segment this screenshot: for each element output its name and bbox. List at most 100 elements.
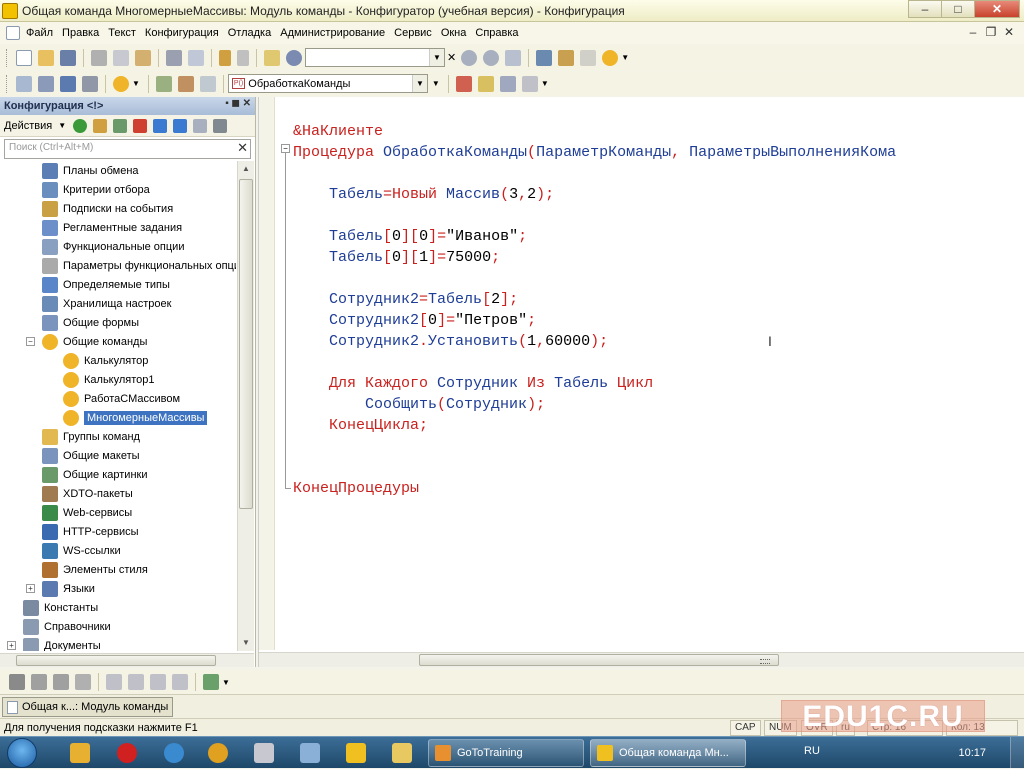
editor-horizontal-scrollbar[interactable] bbox=[259, 652, 1024, 667]
tree-item-0[interactable]: Планы обмена bbox=[42, 161, 139, 180]
menu-debug[interactable]: Отладка bbox=[228, 27, 271, 39]
tree-item-6[interactable]: Определяемые типы bbox=[42, 275, 170, 294]
tree-item-2[interactable]: Подписки на события bbox=[42, 199, 173, 218]
templates-icon[interactable] bbox=[521, 75, 538, 92]
start-button[interactable] bbox=[3, 737, 45, 769]
edit-icon[interactable] bbox=[93, 118, 108, 133]
find-next-icon[interactable] bbox=[461, 49, 478, 66]
scroll-down-icon[interactable]: ▼ bbox=[238, 635, 254, 651]
search-combo[interactable]: ▼ bbox=[305, 48, 445, 67]
code-line[interactable]: Сотрудник2[0]="Петров"; bbox=[293, 310, 896, 331]
explorer-icon[interactable] bbox=[392, 743, 412, 763]
code-line[interactable]: Сообщить(Сотрудник); bbox=[293, 394, 896, 415]
tree-item-1[interactable]: Критерии отбора bbox=[42, 180, 150, 199]
scroll-thumb[interactable] bbox=[239, 179, 253, 509]
tree-item-5[interactable]: Параметры функциональных опции bbox=[42, 256, 236, 275]
collapse-icon[interactable]: − bbox=[26, 337, 35, 346]
code-line[interactable]: КонецЦикла; bbox=[293, 415, 896, 436]
chevron-down-icon[interactable]: ▼ bbox=[411, 75, 427, 92]
editor-gutter[interactable] bbox=[259, 97, 275, 650]
tree-item-8[interactable]: Общие формы bbox=[42, 313, 139, 332]
tree-item-3[interactable]: Регламентные задания bbox=[42, 218, 182, 237]
scroll-thumb[interactable] bbox=[419, 654, 779, 666]
chevron-down-icon[interactable]: ▼ bbox=[541, 79, 549, 88]
chevron-down-icon[interactable]: ▼ bbox=[132, 79, 140, 88]
find-prev-icon[interactable] bbox=[483, 49, 500, 66]
code-editor[interactable]: − &НаКлиенте Процедура ОбработкаКоманды(П… bbox=[258, 97, 1024, 667]
tree-item-23[interactable]: Константы bbox=[23, 598, 98, 617]
tree-item-24[interactable]: Справочники bbox=[23, 617, 111, 636]
save-icon[interactable] bbox=[60, 49, 76, 66]
print-icon[interactable] bbox=[166, 49, 182, 66]
panel-controls[interactable]: ▪ ◼ ✕ bbox=[225, 98, 251, 109]
replace-icon[interactable] bbox=[505, 49, 522, 66]
menu-administration[interactable]: Администрирование bbox=[280, 27, 385, 39]
show-desktop-button[interactable] bbox=[1010, 737, 1024, 769]
menu-windows[interactable]: Окна bbox=[441, 27, 467, 39]
taskbar-gototraining[interactable]: GoToTraining bbox=[428, 739, 584, 767]
toolbar-grip[interactable] bbox=[6, 74, 9, 93]
tree-item-10[interactable]: Калькулятор bbox=[63, 351, 148, 370]
indent-icon[interactable] bbox=[199, 75, 216, 92]
delete-icon[interactable] bbox=[133, 118, 148, 133]
calculator-icon[interactable] bbox=[254, 743, 274, 763]
fold-toggle[interactable]: − bbox=[281, 144, 290, 153]
open-icon[interactable] bbox=[38, 49, 54, 66]
step-icon[interactable] bbox=[477, 75, 494, 92]
form-icon[interactable] bbox=[580, 49, 597, 66]
tree-item-12[interactable]: РаботаСМассивом bbox=[63, 389, 180, 408]
move-up-icon[interactable] bbox=[153, 118, 168, 133]
scroll-thumb[interactable] bbox=[16, 655, 216, 666]
menu-edit[interactable]: Правка bbox=[62, 27, 99, 39]
copy-item-icon[interactable] bbox=[113, 118, 128, 133]
preview-icon[interactable] bbox=[188, 49, 204, 66]
paste-icon[interactable] bbox=[135, 49, 151, 66]
flag-prev-icon[interactable] bbox=[31, 674, 47, 690]
tree-item-15[interactable]: Общие макеты bbox=[42, 446, 140, 465]
code-line[interactable] bbox=[293, 268, 896, 289]
code-line[interactable]: КонецПроцедуры bbox=[293, 478, 896, 499]
tree-item-9[interactable]: − Общие команды bbox=[26, 332, 147, 351]
code-line[interactable] bbox=[293, 436, 896, 457]
wizard-icon[interactable] bbox=[203, 674, 219, 690]
new-icon[interactable] bbox=[16, 49, 32, 66]
flag-next-icon[interactable] bbox=[53, 674, 69, 690]
code-line[interactable] bbox=[293, 457, 896, 478]
code-line[interactable]: Сотрудник2=Табель[2]; bbox=[293, 289, 896, 310]
add-icon[interactable] bbox=[73, 118, 88, 133]
run-debug-icon[interactable] bbox=[113, 75, 129, 92]
mdi-close-button[interactable]: ✕ bbox=[1000, 24, 1018, 40]
mdi-restore-button[interactable]: ❐ bbox=[982, 24, 1000, 40]
object-properties-icon[interactable] bbox=[38, 75, 54, 92]
input-language[interactable]: RU bbox=[804, 745, 820, 757]
toolbar-grip[interactable] bbox=[6, 48, 9, 67]
indent-right-icon[interactable] bbox=[128, 674, 144, 690]
tree-item-4[interactable]: Функциональные опции bbox=[42, 237, 184, 256]
tree-item-21[interactable]: Элементы стиля bbox=[42, 560, 148, 579]
info-icon[interactable] bbox=[602, 49, 619, 66]
chevron-down-icon[interactable]: ▼ bbox=[222, 678, 230, 687]
procedures-combo[interactable]: P() ОбработкаКоманды ▼ bbox=[227, 74, 428, 93]
filter-icon[interactable] bbox=[213, 118, 228, 133]
chevron-down-icon[interactable]: ▼ bbox=[432, 79, 440, 88]
search-input[interactable]: Поиск (Ctrl+Alt+M) ✕ bbox=[4, 139, 251, 159]
mdi-minimize-button[interactable]: – bbox=[964, 24, 982, 40]
wrap-icon[interactable] bbox=[172, 674, 188, 690]
format-icon[interactable] bbox=[150, 674, 166, 690]
menu-help[interactable]: Справка bbox=[475, 27, 518, 39]
tree-item-18[interactable]: Web-сервисы bbox=[42, 503, 132, 522]
chevron-down-icon[interactable]: ▼ bbox=[429, 49, 444, 66]
code-line[interactable]: &НаКлиенте bbox=[293, 121, 896, 142]
comment-icon[interactable] bbox=[155, 75, 172, 92]
title-bar[interactable]: Общая команда МногомерныеМассивы: Модуль… bbox=[0, 0, 1024, 22]
expand-icon[interactable]: + bbox=[26, 584, 35, 593]
tree-vertical-scrollbar[interactable]: ▲ ▼ bbox=[237, 161, 254, 651]
database-icon[interactable] bbox=[60, 75, 76, 92]
redo-icon[interactable] bbox=[237, 49, 249, 66]
flag-clear-icon[interactable] bbox=[75, 674, 91, 690]
tree-horizontal-scrollbar[interactable] bbox=[0, 653, 254, 667]
tree-item-11[interactable]: Калькулятор1 bbox=[63, 370, 155, 389]
clear-search-icon[interactable]: ✕ bbox=[237, 140, 248, 156]
search-icon[interactable] bbox=[286, 49, 302, 66]
code-line[interactable] bbox=[293, 205, 896, 226]
